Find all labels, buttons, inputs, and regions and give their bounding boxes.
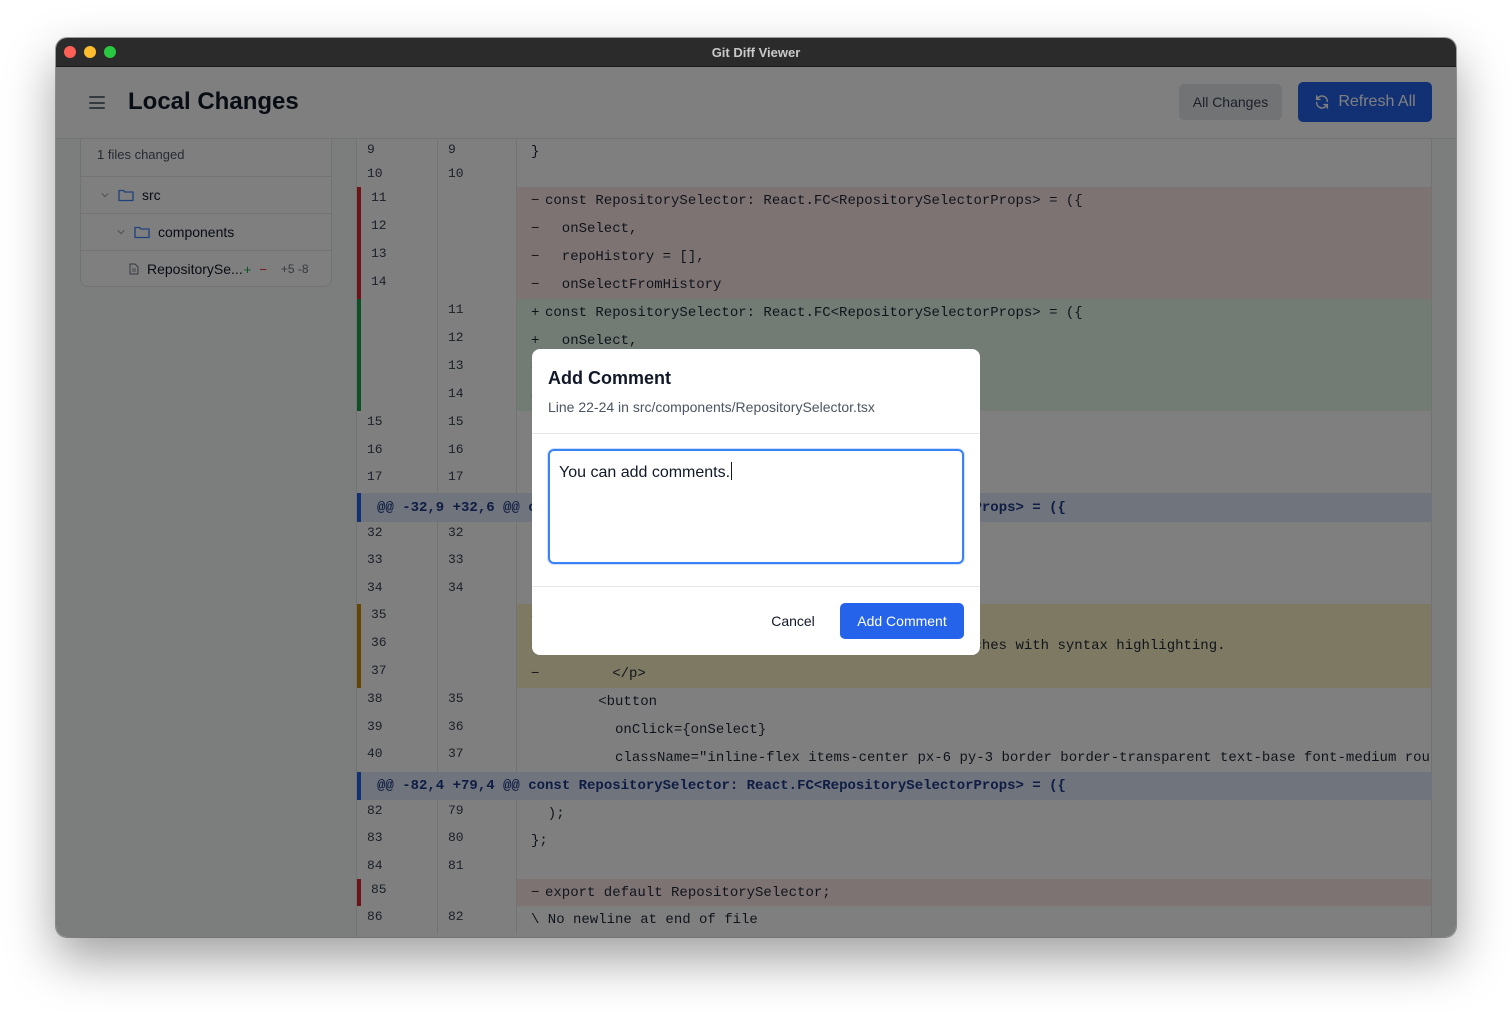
cancel-button[interactable]: Cancel: [758, 603, 828, 639]
dialog-subtitle: Line 22-24 in src/components/RepositoryS…: [548, 399, 875, 415]
comment-textarea[interactable]: You can add comments.: [548, 449, 964, 564]
window-controls: [64, 46, 116, 58]
window-title: Git Diff Viewer: [711, 44, 801, 60]
comment-text: You can add comments.: [559, 464, 731, 481]
divider: [532, 586, 980, 587]
add-comment-button[interactable]: Add Comment: [840, 603, 964, 639]
minimize-window-button[interactable]: [84, 46, 96, 58]
add-comment-dialog: Add Comment Line 22-24 in src/components…: [532, 349, 980, 655]
maximize-window-button[interactable]: [104, 46, 116, 58]
dialog-title: Add Comment: [548, 368, 671, 388]
close-window-button[interactable]: [64, 46, 76, 58]
divider: [532, 433, 980, 434]
text-caret: [731, 462, 733, 480]
title-bar: Git Diff Viewer: [56, 38, 1456, 67]
